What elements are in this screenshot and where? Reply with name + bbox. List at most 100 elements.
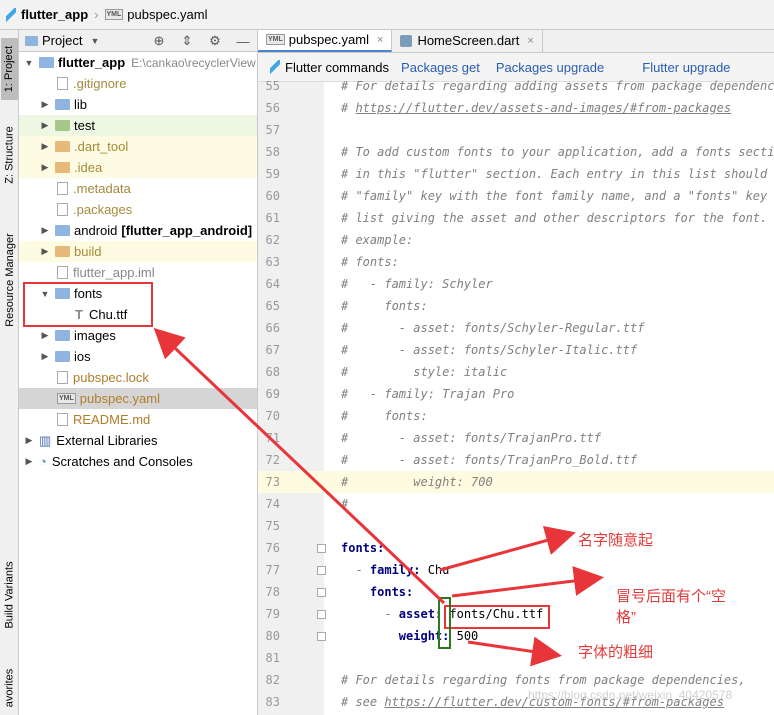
- code-line[interactable]: 73 # weight: 700: [258, 471, 774, 493]
- collapse-icon[interactable]: ⇕: [173, 33, 201, 49]
- gear-icon[interactable]: ⚙: [201, 33, 229, 49]
- line-number: 69: [265, 387, 280, 401]
- line-number: 79: [265, 607, 280, 621]
- code-line[interactable]: 57: [258, 119, 774, 141]
- code-line[interactable]: 77 - family: Chu: [258, 559, 774, 581]
- line-number: 82: [265, 673, 280, 687]
- space-annotation-1: 冒号后面有个“空: [616, 588, 726, 605]
- tree-item-scratches[interactable]: ▶ ◔ Scratches and Consoles: [19, 451, 257, 472]
- code-line[interactable]: 68 # style: italic: [258, 361, 774, 383]
- breadcrumb: flutter_app › YML pubspec.yaml: [0, 0, 774, 30]
- code-line[interactable]: 81: [258, 647, 774, 669]
- code-text: # "family" key with the font family name…: [341, 189, 774, 203]
- tab-build-variants[interactable]: Build Variants: [1, 550, 18, 640]
- line-number: 78: [265, 585, 280, 599]
- asset-highlight-box: [444, 605, 550, 629]
- code-line[interactable]: 58 # To add custom fonts to your applicat…: [258, 141, 774, 163]
- code-line[interactable]: 59 # in this "flutter" section. Each entr…: [258, 163, 774, 185]
- minimize-icon[interactable]: —: [229, 34, 257, 49]
- tab-pubspec-yaml[interactable]: YML pubspec.yaml ×: [258, 30, 393, 52]
- code-line[interactable]: 63 # fonts:: [258, 251, 774, 273]
- fold-marker-icon[interactable]: [317, 588, 326, 597]
- breadcrumb-project[interactable]: flutter_app: [21, 7, 88, 22]
- weight-annotation: 字体的粗细: [578, 644, 654, 661]
- tab-favorites[interactable]: avorites: [1, 660, 18, 715]
- code-text: # - family: Schyler: [341, 277, 493, 291]
- line-number: 70: [265, 409, 280, 423]
- chevron-right-icon: ›: [94, 7, 99, 22]
- project-view-select[interactable]: Project: [42, 33, 82, 48]
- project-toolbar: Project ▼ ⊕ ⇕ ⚙ —: [19, 30, 257, 52]
- file-icon: [57, 77, 68, 90]
- code-line[interactable]: 71 # - asset: fonts/TrajanPro.ttf: [258, 427, 774, 449]
- tree-item-pubspec-lock[interactable]: pubspec.lock: [19, 367, 257, 388]
- tree-root[interactable]: ▼ flutter_app E:\cankao\recyclerView: [19, 52, 257, 73]
- tree-item-external-libraries[interactable]: ▶ ▥ External Libraries: [19, 430, 257, 451]
- code-text: # list giving the asset and other descri…: [341, 211, 774, 225]
- line-number: 80: [265, 629, 280, 643]
- folder-icon: [25, 35, 38, 46]
- fold-marker-icon[interactable]: [317, 610, 326, 619]
- code-line[interactable]: 66 # - asset: fonts/Schyler-Regular.ttf: [258, 317, 774, 339]
- close-icon[interactable]: ×: [377, 34, 383, 46]
- line-number: 71: [265, 431, 280, 445]
- name-annotation: 名字随意起: [578, 532, 654, 549]
- code-line[interactable]: 60 # "family" key with the font family na…: [258, 185, 774, 207]
- line-number: 66: [265, 321, 280, 335]
- close-icon[interactable]: ×: [527, 35, 533, 47]
- breadcrumb-file[interactable]: pubspec.yaml: [127, 7, 207, 22]
- line-number: 62: [265, 233, 280, 247]
- tree-item-gitignore[interactable]: .gitignore: [19, 73, 257, 94]
- tree-item-lib[interactable]: ▶ lib: [19, 94, 257, 115]
- code-line[interactable]: 61 # list giving the asset and other desc…: [258, 207, 774, 229]
- line-number: 67: [265, 343, 280, 357]
- line-number: 74: [265, 497, 280, 511]
- code-line[interactable]: 74 #: [258, 493, 774, 515]
- code-line[interactable]: 75: [258, 515, 774, 537]
- left-tool-strip: 1: Project Z: Structure Resource Manager…: [0, 30, 19, 715]
- tree-item-android[interactable]: ▶ android [flutter_app_android]: [19, 220, 257, 241]
- code-text: # weight: 700: [341, 475, 493, 489]
- tab-resource-manager[interactable]: Resource Manager: [1, 215, 18, 345]
- flutter-upgrade-link[interactable]: Flutter upgrade: [642, 60, 730, 75]
- code-text: # - family: Trajan Pro: [341, 387, 515, 401]
- code-line[interactable]: 72 # - asset: fonts/TrajanPro_Bold.ttf: [258, 449, 774, 471]
- packages-get-link[interactable]: Packages get: [401, 60, 480, 75]
- fold-marker-icon[interactable]: [317, 544, 326, 553]
- code-text: # For details regarding fonts from packa…: [341, 673, 746, 687]
- line-number: 63: [265, 255, 280, 269]
- code-line[interactable]: 55 # For details regarding adding assets …: [258, 75, 774, 97]
- tab-structure[interactable]: Z: Structure: [1, 120, 18, 190]
- code-line[interactable]: 64 # - family: Schyler: [258, 273, 774, 295]
- packages-upgrade-link[interactable]: Packages upgrade: [496, 60, 604, 75]
- locate-icon[interactable]: ⊕: [145, 33, 173, 49]
- tree-item-iml[interactable]: flutter_app.iml: [19, 262, 257, 283]
- code-line[interactable]: 62 # example:: [258, 229, 774, 251]
- code-text: # - asset: fonts/Schyler-Regular.ttf: [341, 321, 645, 335]
- code-line[interactable]: 67 # - asset: fonts/Schyler-Italic.ttf: [258, 339, 774, 361]
- tree-item-images[interactable]: ▶ images: [19, 325, 257, 346]
- code-line[interactable]: 56 # https://flutter.dev/assets-and-image…: [258, 97, 774, 119]
- code-line[interactable]: 65 # fonts:: [258, 295, 774, 317]
- tree-item-packages[interactable]: .packages: [19, 199, 257, 220]
- fonts-highlight-box: [23, 282, 153, 327]
- tree-item-test[interactable]: ▶ test: [19, 115, 257, 136]
- code-text: fonts:: [341, 541, 385, 555]
- tree-item-ios[interactable]: ▶ ios: [19, 346, 257, 367]
- tree-item-metadata[interactable]: .metadata: [19, 178, 257, 199]
- tab-homescreen-dart[interactable]: HomeScreen.dart ×: [392, 30, 543, 52]
- code-line[interactable]: 76 fonts:: [258, 537, 774, 559]
- code-text: # To add custom fonts to your applicatio…: [341, 145, 774, 159]
- fold-marker-icon[interactable]: [317, 632, 326, 641]
- tree-item-readme[interactable]: README.md: [19, 409, 257, 430]
- tab-project[interactable]: 1: Project: [1, 38, 18, 100]
- tree-item-build[interactable]: ▶ build: [19, 241, 257, 262]
- line-number: 76: [265, 541, 280, 555]
- tree-item-dart-tool[interactable]: ▶ .dart_tool: [19, 136, 257, 157]
- chevron-down-icon[interactable]: ▼: [90, 36, 99, 46]
- tree-item-idea[interactable]: ▶ .idea: [19, 157, 257, 178]
- fold-marker-icon[interactable]: [317, 566, 326, 575]
- tree-item-pubspec-yaml[interactable]: YML pubspec.yaml: [19, 388, 257, 409]
- code-line[interactable]: 69 # - family: Trajan Pro: [258, 383, 774, 405]
- code-line[interactable]: 70 # fonts:: [258, 405, 774, 427]
